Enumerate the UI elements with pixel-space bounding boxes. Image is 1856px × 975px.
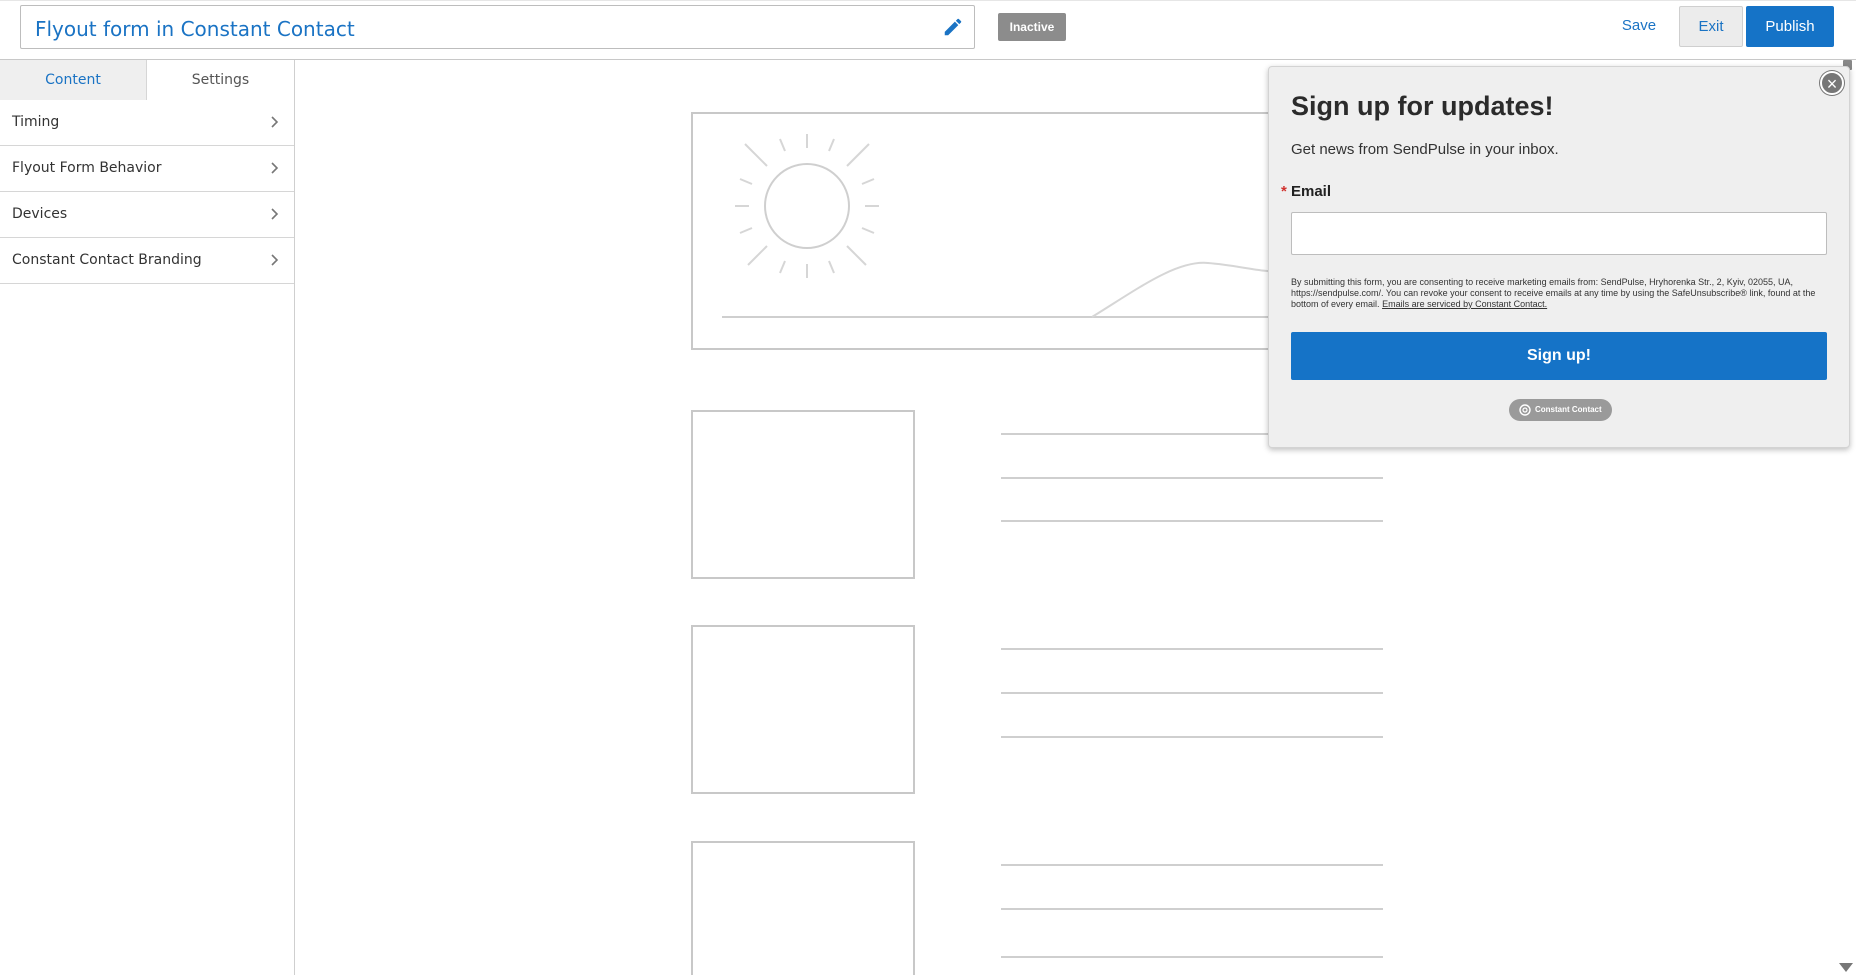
consent-text: By submitting this form, you are consent… xyxy=(1291,277,1827,310)
email-field[interactable] xyxy=(1291,212,1827,255)
sun-rays xyxy=(735,134,879,278)
sidebar-item-label: Timing xyxy=(12,114,60,130)
consent-body: By submitting this form, you are consent… xyxy=(1291,277,1816,309)
exit-button[interactable]: Exit xyxy=(1679,6,1743,47)
flyout-heading: Sign up for updates! xyxy=(1291,91,1554,121)
constant-contact-logo-icon xyxy=(1519,404,1531,416)
tab-content[interactable]: Content xyxy=(0,60,147,100)
save-button[interactable]: Save xyxy=(1606,10,1672,42)
constant-contact-link[interactable]: Emails are serviced by Constant Contact. xyxy=(1382,299,1547,309)
settings-panel: Content Settings Timing Flyout Form Beha… xyxy=(0,60,295,975)
sign-up-button[interactable]: Sign up! xyxy=(1291,332,1827,380)
badge-label: Constant Contact xyxy=(1535,405,1602,414)
form-title-field[interactable]: Flyout form in Constant Contact xyxy=(20,5,975,49)
sidebar-item-devices[interactable]: Devices xyxy=(0,192,294,238)
scroll-down-arrow-icon[interactable] xyxy=(1839,963,1853,972)
pencil-icon[interactable] xyxy=(942,16,964,38)
flyout-form: × Sign up for updates! Get news from Sen… xyxy=(1268,66,1850,448)
sidebar-item-label: Flyout Form Behavior xyxy=(12,160,162,176)
required-marker: * xyxy=(1281,183,1287,200)
chevron-right-icon xyxy=(271,254,279,266)
sidebar-item-flyout-form-behavior[interactable]: Flyout Form Behavior xyxy=(0,146,294,192)
sidebar-item-constant-contact-branding[interactable]: Constant Contact Branding xyxy=(0,238,294,284)
flyout-subheading: Get news from SendPulse in your inbox. xyxy=(1291,141,1559,158)
sidebar-item-label: Devices xyxy=(12,206,68,222)
chevron-right-icon xyxy=(271,162,279,174)
content-block-placeholder xyxy=(691,625,1383,794)
publish-button[interactable]: Publish xyxy=(1746,6,1834,47)
close-icon[interactable]: × xyxy=(1820,71,1844,95)
constant-contact-badge[interactable]: Constant Contact xyxy=(1509,399,1612,421)
status-badge: Inactive xyxy=(998,13,1066,41)
content-block-placeholder xyxy=(691,841,1383,975)
email-label: Email xyxy=(1291,183,1332,200)
tab-settings[interactable]: Settings xyxy=(147,60,294,100)
sidebar-item-timing[interactable]: Timing xyxy=(0,100,294,146)
sidebar-item-label: Constant Contact Branding xyxy=(12,252,202,268)
panel-tabs: Content Settings xyxy=(0,60,294,100)
chevron-right-icon xyxy=(271,208,279,220)
top-bar: Flyout form in Constant Contact Inactive… xyxy=(0,0,1856,60)
chevron-right-icon xyxy=(271,116,279,128)
form-title[interactable]: Flyout form in Constant Contact xyxy=(35,17,355,41)
